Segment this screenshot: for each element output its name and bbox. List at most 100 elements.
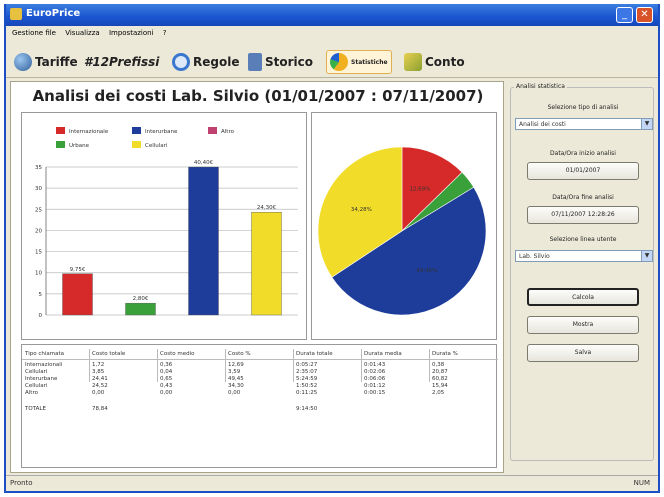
- title-bar: EuroPrice _ ✕: [6, 4, 658, 26]
- save-button[interactable]: Salva: [527, 344, 639, 362]
- table-cell: 0,36: [160, 362, 173, 368]
- chart-pie-icon: [330, 53, 348, 71]
- bar: [125, 302, 156, 316]
- total-duration: 9:14:50: [296, 406, 318, 412]
- table-cell: 0,00: [92, 390, 105, 396]
- start-label: Data/Ora inizio analisi: [550, 150, 616, 157]
- legend-label: Internazionale: [69, 129, 109, 135]
- legend-label: Urbane: [69, 143, 90, 149]
- table-cell: 5:24:59: [296, 376, 318, 382]
- total-cost: 78,84: [92, 406, 108, 412]
- legend-swatch: [56, 127, 65, 134]
- user-line-select[interactable]: Lab. Silvio ▼: [515, 250, 653, 262]
- bar-chart-box: Internazionale Interurbane Altro Urbane Cell…: [21, 112, 307, 340]
- table-cell: 0:11:25: [296, 390, 318, 396]
- close-icon[interactable]: ✕: [636, 7, 653, 23]
- toolbar-conto-label: Conto: [425, 55, 465, 69]
- table-cell: 0,65: [160, 376, 173, 382]
- table-cell: 0:05:27: [296, 362, 318, 368]
- legend-swatch: [132, 141, 141, 148]
- table-cell: 24,52: [92, 383, 108, 389]
- main-window: EuroPrice _ ✕ Gestione file Visualizza I…: [4, 4, 660, 493]
- window-title: EuroPrice: [26, 8, 81, 19]
- end-label: Data/Ora fine analisi: [552, 194, 614, 201]
- page-title: Analisi dei costi Lab. Silvio (01/01/200…: [32, 87, 484, 105]
- table-cell: 1,72: [92, 362, 105, 368]
- toolbar-tariffe-button[interactable]: Tariffe: [14, 52, 78, 72]
- menu-bar: Gestione file Visualizza Impostazioni ?: [6, 26, 658, 41]
- end-date-button[interactable]: 07/11/2007 12:28:26: [527, 206, 639, 224]
- type-label: Selezione tipo di analisi: [547, 104, 619, 111]
- toolbar-storico-button[interactable]: Storico: [248, 52, 313, 72]
- bar-chart: Internazionale Interurbane Altro Urbane Cell…: [35, 127, 298, 319]
- status-text: Pronto: [10, 479, 33, 487]
- table-cell: 0:02:06: [364, 369, 386, 375]
- summary-table: Tipo chiamata Costo totale Costo medio C…: [21, 344, 498, 468]
- status-bar: Pronto NUM: [6, 475, 658, 491]
- toolbar: Tariffe #12Prefissi Regole Storico Stati…: [6, 44, 658, 78]
- start-date-button[interactable]: 01/01/2007: [527, 162, 639, 180]
- total-label: TOTALE: [25, 406, 46, 412]
- table-cell: 34,30: [228, 383, 244, 389]
- pie-slice-label: 49,45%: [416, 268, 437, 274]
- menu-file[interactable]: Gestione file: [12, 29, 56, 37]
- legend-swatch: [208, 127, 217, 134]
- show-button[interactable]: Mostra: [527, 316, 639, 334]
- table-cell: 20,87: [432, 369, 448, 375]
- table-cell: Internazionali: [25, 362, 63, 368]
- toolbar-tariffe-label: Tariffe: [35, 55, 78, 69]
- table-row: Cellulari 3,85 0,04 3,59 2:35:07 0:02:06…: [22, 369, 498, 376]
- menu-help[interactable]: ?: [163, 29, 167, 37]
- minimize-icon[interactable]: _: [616, 7, 633, 23]
- money-icon: [404, 53, 422, 71]
- table-cell: 3,59: [228, 369, 241, 375]
- menu-settings[interactable]: Impostazioni: [109, 29, 154, 37]
- bar: [188, 166, 219, 316]
- y-tick-label: 0: [39, 313, 43, 319]
- status-num: NUM: [633, 479, 650, 487]
- user-line-value: Lab. Silvio: [519, 253, 550, 260]
- chevron-down-icon[interactable]: ▼: [641, 251, 652, 261]
- line-label: Selezione linea utente: [549, 236, 617, 243]
- table-cell: 0,04: [160, 369, 173, 375]
- app-icon: [10, 8, 22, 20]
- table-cell: 49,45: [228, 376, 244, 382]
- table-cell: 2:35:07: [296, 369, 318, 375]
- y-tick-label: 25: [35, 207, 42, 213]
- toolbar-statistiche-button[interactable]: Statistiche: [326, 50, 392, 74]
- table-row: Altro 0,00 0,00 0,00 0:11:25 0:00:15 2,0…: [22, 390, 498, 397]
- analysis-type-select[interactable]: Analisi dei costi ▼: [515, 118, 653, 130]
- toolbar-prefissi-button[interactable]: #12Prefissi: [84, 52, 159, 72]
- y-tick-label: 15: [35, 250, 42, 256]
- y-tick-label: 35: [35, 165, 42, 171]
- table-cell: Altro: [25, 390, 38, 396]
- col-header-duration-pct: Durata %: [432, 351, 458, 357]
- table-cell: 0,43: [160, 383, 173, 389]
- bar-value-label: 9,75€: [70, 267, 86, 273]
- y-tick-label: 30: [35, 186, 42, 192]
- legend-label: Altro: [221, 129, 235, 135]
- analysis-panel: Analisi dei costi Lab. Silvio (01/01/200…: [10, 81, 504, 473]
- table-row: Internazionali 1,72 0,36 12,69 0:05:27 0…: [22, 362, 498, 369]
- col-header-avg-duration: Durata media: [364, 351, 402, 357]
- table-header: Tipo chiamata Costo totale Costo medio C…: [22, 351, 498, 360]
- table-cell: Cellulari: [25, 369, 48, 375]
- table-cell: 2,05: [432, 390, 445, 396]
- table-cell: 60,82: [432, 376, 448, 382]
- table-row: Interurbane 24,41 0,65 49,45 5:24:59 0:0…: [22, 376, 498, 383]
- chevron-down-icon[interactable]: ▼: [641, 119, 652, 129]
- analysis-type-value: Analisi dei costi: [519, 121, 566, 128]
- toolbar-regole-button[interactable]: Regole: [172, 52, 239, 72]
- table-cell: 24,41: [92, 376, 108, 382]
- toolbar-statistiche-label: Statistiche: [351, 58, 388, 66]
- toolbar-storico-label: Storico: [265, 55, 314, 69]
- toolbar-conto-button[interactable]: Conto: [404, 52, 465, 72]
- bar-value-label: 24,30€: [257, 205, 277, 211]
- pie-slice-label: 12,69%: [409, 186, 430, 192]
- calculate-button[interactable]: Calcola: [527, 288, 639, 306]
- menu-view[interactable]: Visualizza: [65, 29, 99, 37]
- toolbar-prefissi-label: #12Prefissi: [84, 55, 160, 69]
- col-header-total-cost: Costo totale: [92, 351, 126, 357]
- legend-swatch: [132, 127, 141, 134]
- bar-value-label: 40,40€: [194, 160, 214, 166]
